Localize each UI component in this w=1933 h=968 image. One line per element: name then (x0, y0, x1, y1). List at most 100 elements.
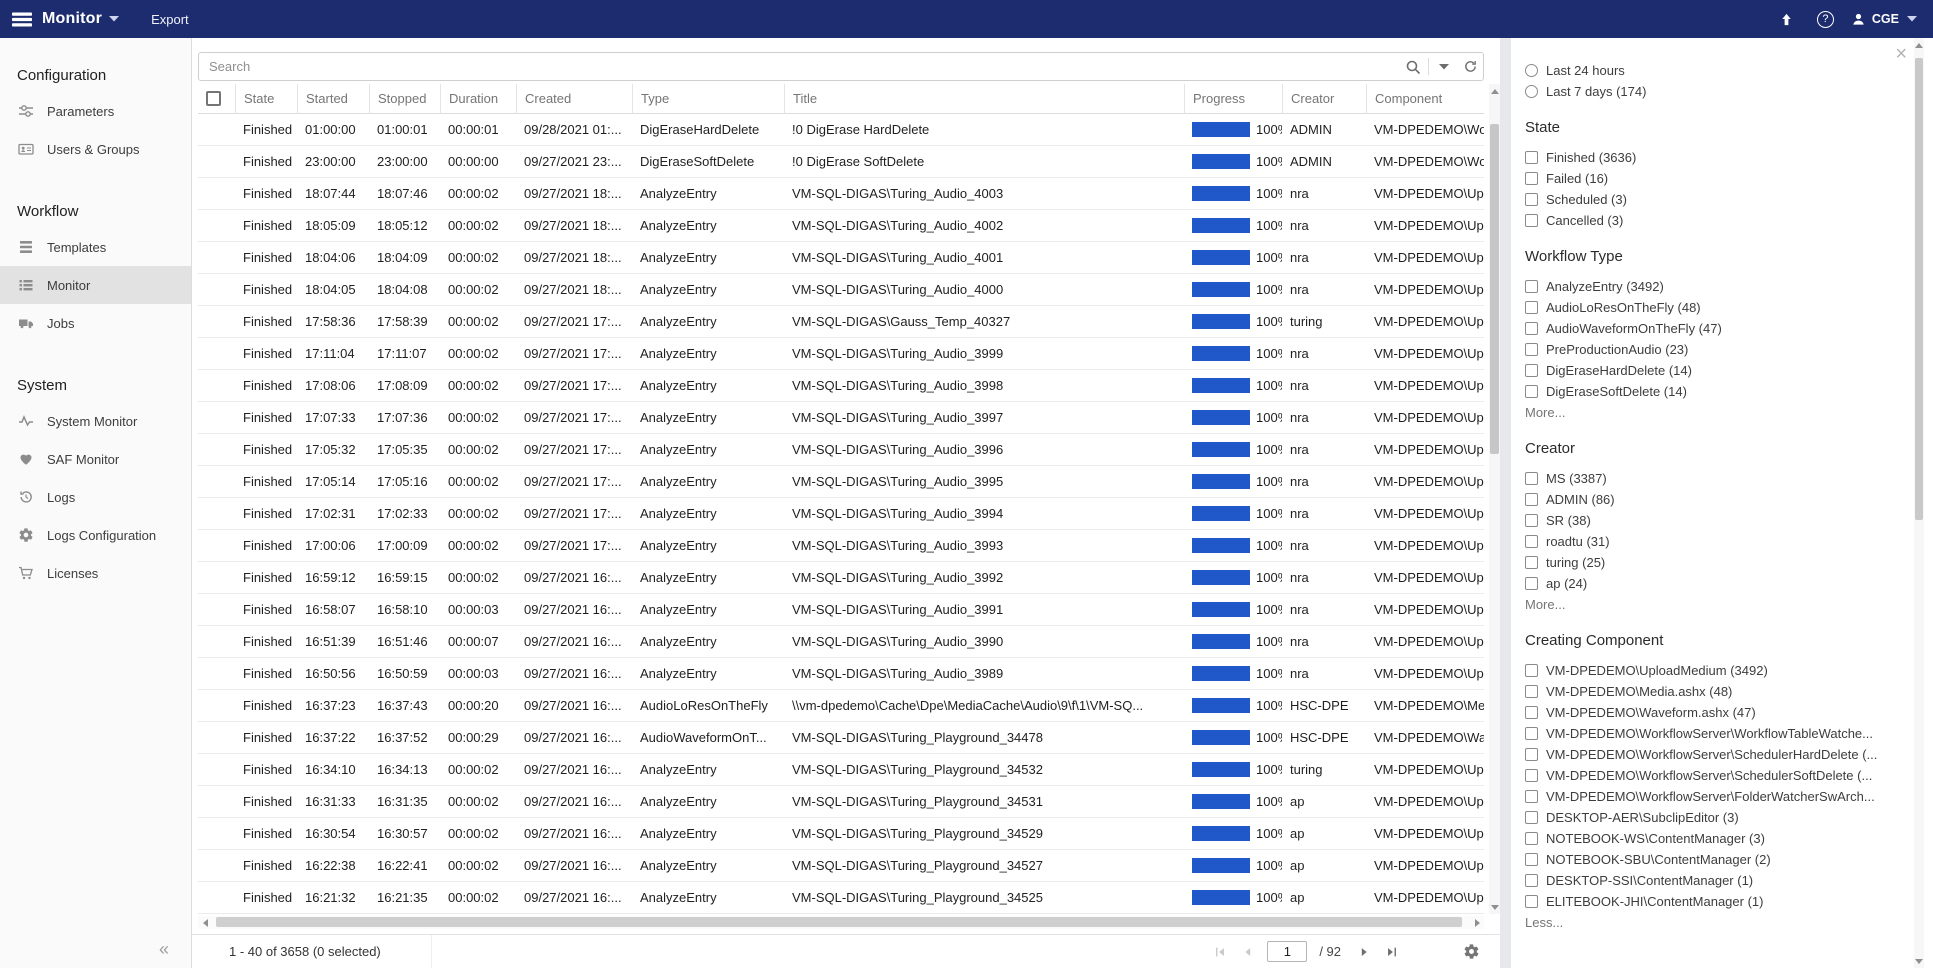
sidebar-item-parameters[interactable]: Parameters (0, 92, 191, 130)
refresh-icon[interactable] (1457, 59, 1483, 74)
filter-option-ms-3387[interactable]: MS (3387) (1525, 468, 1889, 489)
column-header-created[interactable]: Created (516, 84, 632, 114)
table-row[interactable]: Finished16:37:2216:37:5200:00:2909/27/20… (198, 722, 1484, 754)
table-row[interactable]: Finished01:00:0001:00:0100:00:0109/28/20… (198, 114, 1484, 146)
filter-less-link[interactable]: Less... (1525, 912, 1889, 933)
column-header-started[interactable]: Started (297, 84, 369, 114)
collapse-sidebar-button[interactable]: « (159, 940, 169, 958)
search-input[interactable] (199, 59, 1400, 74)
filter-option-finished-3636[interactable]: Finished (3636) (1525, 147, 1889, 168)
sidebar-item-licenses[interactable]: Licenses (0, 554, 191, 592)
upload-icon[interactable] (1774, 12, 1800, 27)
filter-option-admin-86[interactable]: ADMIN (86) (1525, 489, 1889, 510)
filter-option-failed-16[interactable]: Failed (16) (1525, 168, 1889, 189)
table-row[interactable]: Finished16:37:2316:37:4300:00:2009/27/20… (198, 690, 1484, 722)
filter-option-audioloresonthefly-48[interactable]: AudioLoResOnTheFly (48) (1525, 297, 1889, 318)
table-row[interactable]: Finished16:30:5416:30:5700:00:0209/27/20… (198, 818, 1484, 850)
sidebar-item-logs-configuration[interactable]: Logs Configuration (0, 516, 191, 554)
table-row[interactable]: Finished17:08:0617:08:0900:00:0209/27/20… (198, 370, 1484, 402)
vertical-scroll-thumb[interactable] (1490, 124, 1499, 454)
table-settings-gear-icon[interactable] (1463, 943, 1480, 960)
column-header-duration[interactable]: Duration (440, 84, 516, 114)
scroll-down-button[interactable] (1914, 954, 1924, 968)
filter-more-link[interactable]: More... (1525, 594, 1889, 615)
table-row[interactable]: Finished17:00:0617:00:0900:00:0209/27/20… (198, 530, 1484, 562)
filter-option-ap-24[interactable]: ap (24) (1525, 573, 1889, 594)
sidebar-item-users-groups[interactable]: Users & Groups (0, 130, 191, 168)
filter-option-turing-25[interactable]: turing (25) (1525, 552, 1889, 573)
previous-page-button[interactable] (1237, 941, 1259, 963)
sidebar-item-saf-monitor[interactable]: SAF Monitor (0, 440, 191, 478)
menu-export[interactable]: Export (151, 12, 189, 27)
next-page-button[interactable] (1353, 941, 1375, 963)
filter-option-vm-dpedemo-workflowserver-folderwatcherswarch[interactable]: VM-DPEDEMO\WorkflowServer\FolderWatcherS… (1525, 786, 1889, 807)
sidebar-item-logs[interactable]: Logs (0, 478, 191, 516)
filter-option-audiowaveformonthefly-47[interactable]: AudioWaveformOnTheFly (47) (1525, 318, 1889, 339)
table-row[interactable]: Finished16:58:0716:58:1000:00:0309/27/20… (198, 594, 1484, 626)
last-page-button[interactable] (1381, 941, 1403, 963)
column-header-stopped[interactable]: Stopped (369, 84, 440, 114)
sidebar-item-monitor[interactable]: Monitor (0, 266, 191, 304)
table-row[interactable]: Finished17:05:3217:05:3500:00:0209/27/20… (198, 434, 1484, 466)
table-row[interactable]: Finished16:59:1216:59:1500:00:0209/27/20… (198, 562, 1484, 594)
column-header-state[interactable]: State (235, 84, 297, 114)
table-row[interactable]: Finished17:58:3617:58:3900:00:0209/27/20… (198, 306, 1484, 338)
filter-option-sr-38[interactable]: SR (38) (1525, 510, 1889, 531)
table-row[interactable]: Finished16:51:3916:51:4600:00:0709/27/20… (198, 626, 1484, 658)
user-menu[interactable]: CGE (1851, 12, 1917, 27)
filter-option-last-7-days-174[interactable]: Last 7 days (174) (1525, 81, 1889, 102)
filter-option-vm-dpedemo-uploadmedium-3492[interactable]: VM-DPEDEMO\UploadMedium (3492) (1525, 660, 1889, 681)
app-title[interactable]: Monitor (42, 10, 102, 28)
filter-option-desktop-ssi-contentmanager-1[interactable]: DESKTOP-SSI\ContentManager (1) (1525, 870, 1889, 891)
table-row[interactable]: Finished18:05:0918:05:1200:00:0209/27/20… (198, 210, 1484, 242)
filter-option-notebook-sbu-contentmanager-2[interactable]: NOTEBOOK-SBU\ContentManager (2) (1525, 849, 1889, 870)
scroll-down-button[interactable] (1489, 900, 1500, 914)
filter-scroll-thumb[interactable] (1915, 58, 1923, 520)
filter-option-vm-dpedemo-workflowserver-workflowtablewatche[interactable]: VM-DPEDEMO\WorkflowServer\WorkflowTableW… (1525, 723, 1889, 744)
filter-option-roadtu-31[interactable]: roadtu (31) (1525, 531, 1889, 552)
table-row[interactable]: Finished18:04:0618:04:0900:00:0209/27/20… (198, 242, 1484, 274)
chevron-down-icon[interactable] (109, 16, 119, 22)
scroll-right-button[interactable] (1470, 916, 1484, 929)
filter-option-scheduled-3[interactable]: Scheduled (3) (1525, 189, 1889, 210)
column-header-title[interactable]: Title (784, 84, 1184, 114)
filter-panel-scrollbar[interactable] (1914, 38, 1924, 968)
horizontal-scroll-thumb[interactable] (216, 917, 1462, 927)
column-header-creator[interactable]: Creator (1282, 84, 1366, 114)
filter-option-digeraseharddelete-14[interactable]: DigEraseHardDelete (14) (1525, 360, 1889, 381)
filter-option-vm-dpedemo-waveform-ashx-47[interactable]: VM-DPEDEMO\Waveform.ashx (47) (1525, 702, 1889, 723)
sidebar-item-system-monitor[interactable]: System Monitor (0, 402, 191, 440)
table-row[interactable]: Finished17:05:1417:05:1600:00:0209/27/20… (198, 466, 1484, 498)
filter-option-digerasesoftdelete-14[interactable]: DigEraseSoftDelete (14) (1525, 381, 1889, 402)
select-all-checkbox[interactable] (206, 91, 221, 106)
table-horizontal-scrollbar[interactable] (198, 916, 1484, 929)
table-vertical-scrollbar[interactable] (1489, 84, 1500, 914)
filter-option-notebook-ws-contentmanager-3[interactable]: NOTEBOOK-WS\ContentManager (3) (1525, 828, 1889, 849)
first-page-button[interactable] (1209, 941, 1231, 963)
search-icon[interactable] (1400, 59, 1426, 75)
filter-more-link[interactable]: More... (1525, 402, 1889, 423)
filter-option-elitebook-jhi-contentmanager-1[interactable]: ELITEBOOK-JHI\ContentManager (1) (1525, 891, 1889, 912)
table-row[interactable]: Finished23:00:0023:00:0000:00:0009/27/20… (198, 146, 1484, 178)
table-row[interactable]: Finished16:21:3216:21:3500:00:0209/27/20… (198, 882, 1484, 914)
search-options-chevron-icon[interactable] (1431, 64, 1457, 70)
filter-option-preproductionaudio-23[interactable]: PreProductionAudio (23) (1525, 339, 1889, 360)
close-icon[interactable]: × (1895, 44, 1907, 64)
page-number-input[interactable] (1267, 941, 1307, 962)
table-row[interactable]: Finished16:31:3316:31:3500:00:0209/27/20… (198, 786, 1484, 818)
filter-option-cancelled-3[interactable]: Cancelled (3) (1525, 210, 1889, 231)
scroll-up-button[interactable] (1489, 84, 1500, 98)
table-row[interactable]: Finished16:34:1016:34:1300:00:0209/27/20… (198, 754, 1484, 786)
filter-option-analyzeentry-3492[interactable]: AnalyzeEntry (3492) (1525, 276, 1889, 297)
table-row[interactable]: Finished17:11:0417:11:0700:00:0209/27/20… (198, 338, 1484, 370)
table-row[interactable]: Finished16:50:5616:50:5900:00:0309/27/20… (198, 658, 1484, 690)
table-row[interactable]: Finished17:02:3117:02:3300:00:0209/27/20… (198, 498, 1484, 530)
filter-option-desktop-aer-subclipeditor-3[interactable]: DESKTOP-AER\SubclipEditor (3) (1525, 807, 1889, 828)
scroll-up-button[interactable] (1914, 38, 1924, 52)
table-row[interactable]: Finished17:07:3317:07:3600:00:0209/27/20… (198, 402, 1484, 434)
filter-option-last-24-hours[interactable]: Last 24 hours (1525, 60, 1889, 81)
table-row[interactable]: Finished16:22:3816:22:4100:00:0209/27/20… (198, 850, 1484, 882)
sidebar-item-templates[interactable]: Templates (0, 228, 191, 266)
column-header-component[interactable]: Component (1366, 84, 1484, 114)
column-header-type[interactable]: Type (632, 84, 784, 114)
